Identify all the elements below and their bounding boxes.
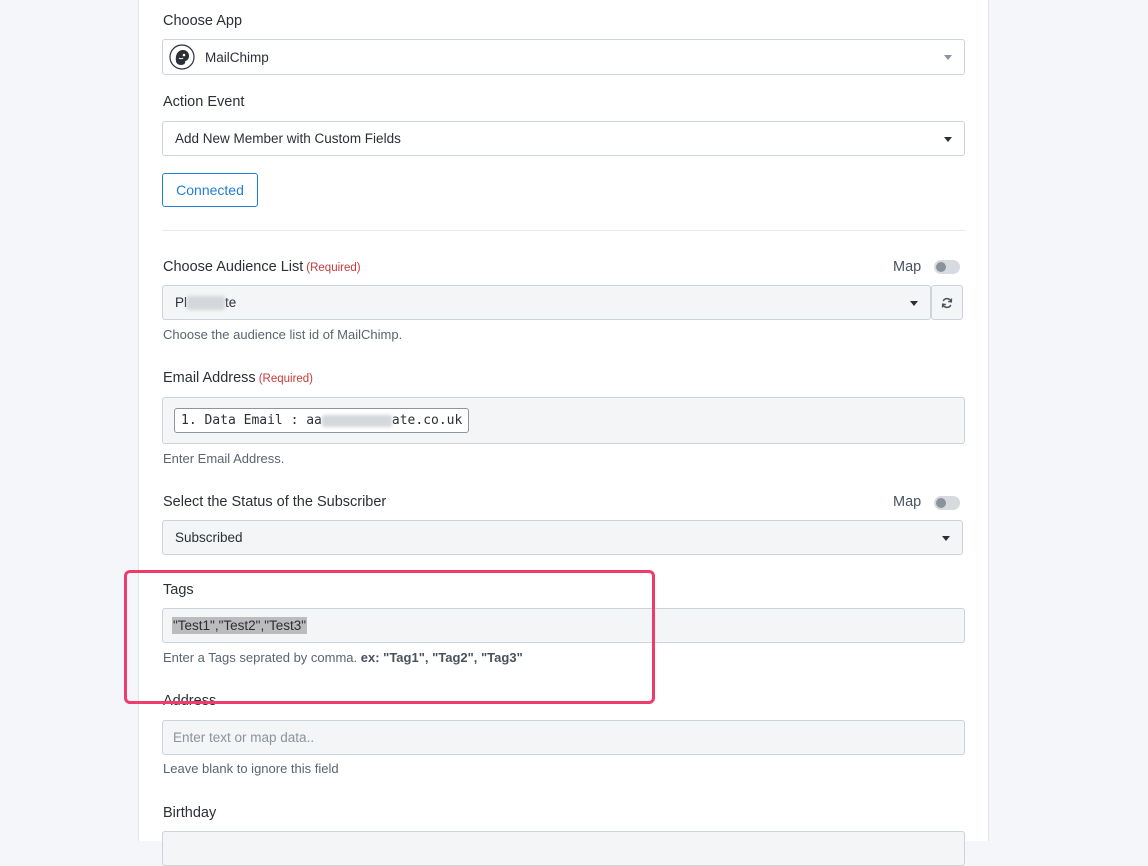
audience-list-label: Choose Audience List (Required): [163, 259, 361, 275]
audience-list-select[interactable]: Pl te: [162, 285, 931, 320]
audience-value-start: Pl: [175, 294, 188, 310]
birthday-input[interactable]: [162, 831, 965, 866]
email-address-label-text: Email Address: [163, 370, 256, 386]
chip-suffix: ate.co.uk: [391, 413, 463, 428]
required-indicator: (Required): [306, 262, 361, 274]
birthday-label: Birthday: [163, 805, 217, 821]
subscriber-status-label: Select the Status of the Subscriber: [163, 494, 387, 510]
subscriber-status-select[interactable]: Subscribed: [162, 520, 963, 555]
email-address-field[interactable]: 1. Data Email : aa ate.co.uk: [162, 397, 965, 444]
redacted-text: [321, 414, 392, 427]
audience-list-value: Pl te: [163, 294, 237, 311]
chevron-down-icon: [910, 300, 918, 306]
highlight-annotation-box: [124, 570, 655, 704]
section-divider: [162, 230, 965, 231]
chip-prefix: 1. Data Email : aa: [181, 413, 322, 428]
toggle-knob: [936, 262, 946, 272]
action-event-select[interactable]: Add New Member with Custom Fields: [162, 121, 965, 156]
refresh-audience-button[interactable]: [931, 285, 963, 320]
subscriber-status-value: Subscribed: [175, 530, 243, 545]
mailchimp-logo-icon: [169, 44, 195, 70]
action-event-label: Action Event: [163, 94, 245, 110]
email-address-help: Enter Email Address.: [163, 451, 285, 466]
chevron-down-icon: [944, 55, 952, 60]
email-address-label: Email Address (Required): [163, 370, 313, 386]
connected-button[interactable]: Connected: [162, 173, 258, 207]
audience-list-label-text: Choose Audience List: [163, 259, 304, 275]
required-indicator: (Required): [258, 373, 314, 385]
action-event-value: Add New Member with Custom Fields: [175, 131, 401, 146]
mapped-data-chip[interactable]: 1. Data Email : aa ate.co.uk: [174, 408, 470, 433]
chevron-down-icon: [944, 136, 952, 142]
address-placeholder: Enter text or map data..: [173, 730, 315, 745]
audience-value-end: te: [225, 294, 237, 310]
status-map-label: Map: [893, 494, 922, 510]
audience-map-toggle[interactable]: [934, 260, 960, 274]
address-input[interactable]: Enter text or map data..: [162, 720, 965, 755]
choose-app-label: Choose App: [163, 13, 243, 29]
redacted-text: [187, 296, 226, 311]
choose-app-value: MailChimp: [205, 49, 269, 65]
refresh-icon: [941, 297, 953, 308]
audience-map-label: Map: [893, 259, 922, 275]
audience-list-help: Choose the audience list id of MailChimp…: [163, 327, 403, 342]
toggle-knob: [936, 498, 946, 508]
chevron-down-icon: [942, 535, 950, 541]
choose-app-select[interactable]: MailChimp: [162, 39, 965, 75]
address-help: Leave blank to ignore this field: [163, 761, 339, 776]
status-map-toggle[interactable]: [934, 496, 960, 510]
